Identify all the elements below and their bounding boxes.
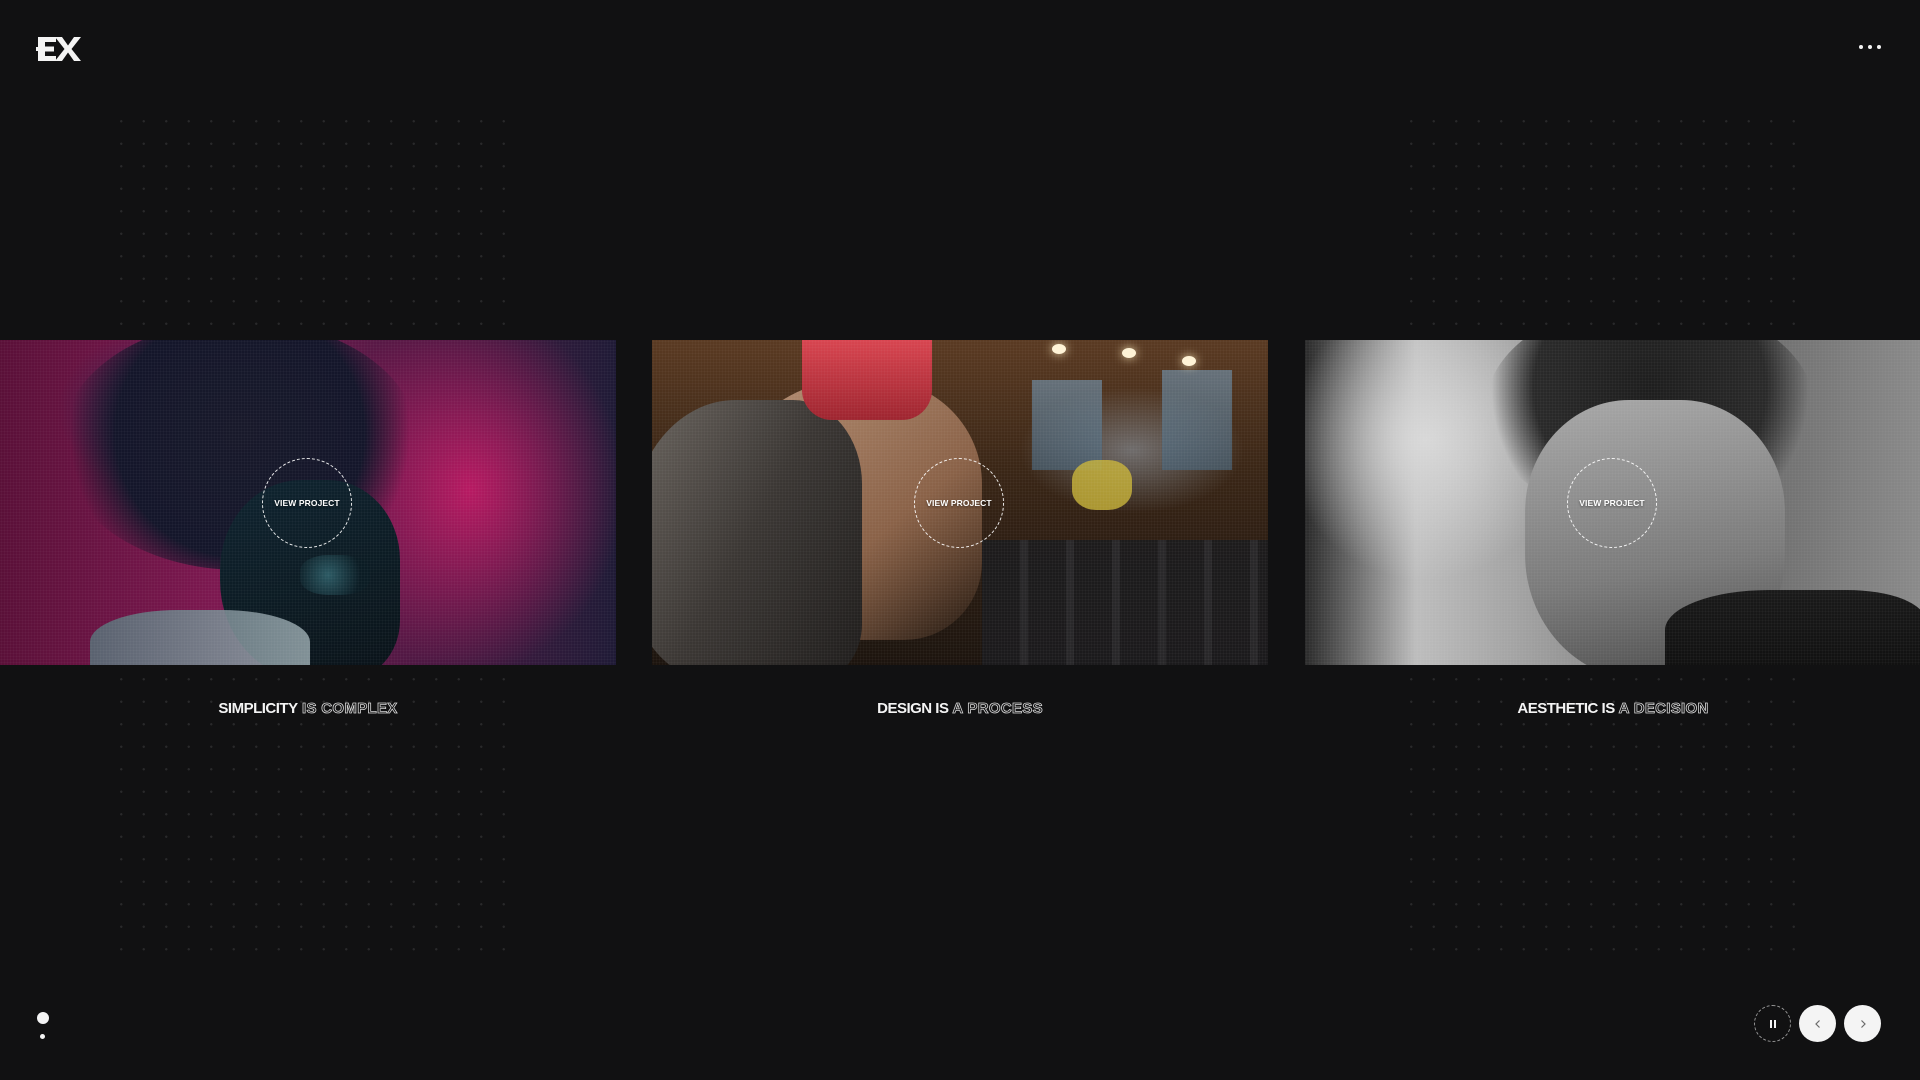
- menu-dot: [1859, 45, 1863, 49]
- project-slide-2[interactable]: VIEW PROJECT: [652, 340, 1268, 665]
- project-slide-1[interactable]: VIEW PROJECT: [0, 340, 616, 665]
- pause-icon: [1769, 1019, 1776, 1028]
- caption-solid-text: SIMPLICITY: [218, 700, 298, 717]
- chevron-left-icon: [1814, 1019, 1820, 1028]
- project-caption-3[interactable]: AESTHETIC IS A DECISION: [1305, 700, 1920, 718]
- view-project-button[interactable]: VIEW PROJECT: [914, 458, 1004, 548]
- pagination-dot-active[interactable]: [37, 1012, 49, 1024]
- dot-grid-decoration: [1400, 110, 1805, 340]
- caption-solid-text: DESIGN IS: [877, 700, 949, 717]
- view-project-button[interactable]: VIEW PROJECT: [1567, 458, 1657, 548]
- chevron-right-icon: [1860, 1019, 1866, 1028]
- caption-solid-text: AESTHETIC IS: [1517, 700, 1615, 717]
- portfolio-slider-page: VIEW PROJECT VIEW PROJECT VIEW PROJECT S…: [0, 0, 1920, 1080]
- project-caption-1[interactable]: SIMPLICITY IS COMPLEX: [0, 700, 616, 718]
- next-button[interactable]: [1844, 1005, 1881, 1042]
- caption-outline-text: A DECISION: [1614, 700, 1709, 718]
- view-project-button[interactable]: VIEW PROJECT: [262, 458, 352, 548]
- dot-grid-decoration: [110, 110, 515, 340]
- more-dots-icon[interactable]: [1852, 34, 1888, 60]
- slide-pagination: [36, 1012, 50, 1042]
- caption-outline-text: A PROCESS: [948, 700, 1043, 718]
- project-slide-3[interactable]: VIEW PROJECT: [1305, 340, 1920, 665]
- pagination-dot[interactable]: [40, 1034, 45, 1039]
- menu-dot: [1868, 45, 1872, 49]
- ex-logo-icon[interactable]: [36, 34, 82, 64]
- caption-outline-text: IS COMPLEX: [297, 700, 398, 718]
- pause-button[interactable]: [1754, 1005, 1791, 1042]
- view-project-label: VIEW PROJECT: [1579, 498, 1645, 508]
- prev-button[interactable]: [1799, 1005, 1836, 1042]
- menu-dot: [1877, 45, 1881, 49]
- view-project-label: VIEW PROJECT: [274, 498, 340, 508]
- view-project-label: VIEW PROJECT: [926, 498, 992, 508]
- project-caption-2[interactable]: DESIGN IS A PROCESS: [652, 700, 1268, 718]
